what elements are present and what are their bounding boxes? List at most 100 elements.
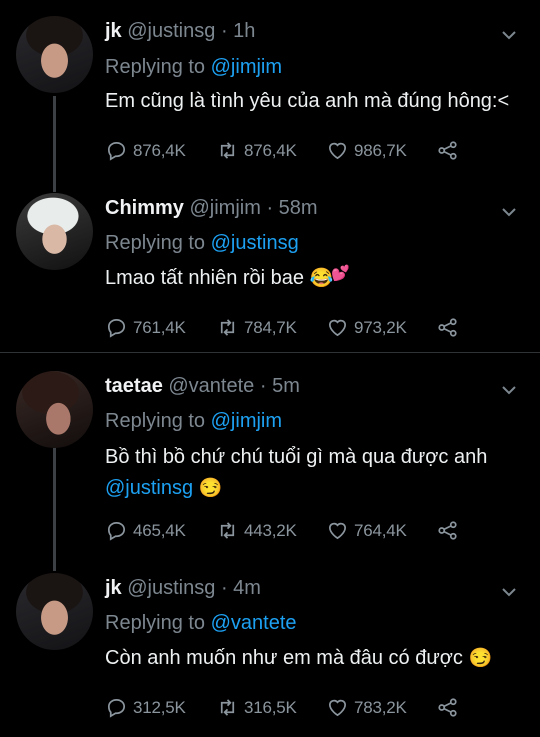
share-button[interactable] xyxy=(436,139,464,162)
tweet-header: Chimmy @jimjim · 58m xyxy=(105,197,318,220)
separator-dot: · xyxy=(220,20,228,42)
replying-to-mention[interactable]: @jimjim xyxy=(211,410,282,432)
tweet-text: Em cũng là tình yêu của anh mà đúng hông… xyxy=(105,86,525,117)
tweet-header: taetae @vantete · 5m xyxy=(105,375,300,398)
retweet-icon xyxy=(220,142,235,159)
separator-dot: · xyxy=(266,197,274,219)
tweet-text: Bồ thì bồ chứ chú tuổi gì mà qua được an… xyxy=(105,442,525,504)
timestamp[interactable]: 1h xyxy=(233,20,255,42)
tweet-text-content: Lmao tất nhiên rồi bae xyxy=(105,267,305,289)
retweet-button[interactable]: 316,5K xyxy=(216,696,297,719)
share-button[interactable] xyxy=(436,519,464,542)
like-count: 986,7K xyxy=(354,140,407,160)
user-handle[interactable]: @vantete xyxy=(168,375,254,397)
share-icon xyxy=(438,141,457,160)
replying-to: Replying to @jimjim xyxy=(105,56,282,79)
replying-to: Replying to @vantete xyxy=(105,612,297,635)
tweet-actions: 312,5K 316,5K 783,2K xyxy=(105,696,525,722)
heart-icon xyxy=(328,699,347,717)
emoji-laughing: 😂 xyxy=(309,268,334,290)
replying-to: Replying to @justinsg xyxy=(105,232,299,255)
share-icon xyxy=(438,318,457,337)
tweet-header: jk @justinsg · 4m xyxy=(105,577,261,600)
like-button[interactable]: 764,4K xyxy=(326,519,407,542)
reply-button[interactable]: 465,4K xyxy=(105,519,186,542)
timestamp[interactable]: 4m xyxy=(233,577,261,599)
like-button[interactable]: 986,7K xyxy=(326,139,407,162)
tweet-text-content: Còn anh muốn như em mà đâu có được xyxy=(105,647,463,669)
like-button[interactable]: 973,2K xyxy=(326,316,407,339)
reply-icon xyxy=(107,318,126,338)
avatar[interactable] xyxy=(16,371,93,448)
tweet-actions: 876,4K 876,4K 986,7K xyxy=(105,139,525,165)
tweet[interactable]: Chimmy @jimjim · 58m Replying to @justin… xyxy=(0,190,540,352)
emoji-smirk: 😏 xyxy=(468,648,493,670)
replying-to-mention[interactable]: @jimjim xyxy=(211,56,282,78)
tweet-text: Còn anh muốn như em mà đâu có được 😏 xyxy=(105,643,525,674)
display-name[interactable]: jk xyxy=(105,577,122,599)
display-name[interactable]: jk xyxy=(105,20,122,42)
reply-button[interactable]: 761,4K xyxy=(105,316,186,339)
replying-to-label: Replying to xyxy=(105,612,206,634)
display-name[interactable]: taetae xyxy=(105,375,163,397)
chevron-down-icon[interactable] xyxy=(502,585,516,599)
replying-to-label: Replying to xyxy=(105,56,206,78)
retweet-icon xyxy=(220,699,235,716)
separator-dot: · xyxy=(259,375,267,397)
tweet-actions: 465,4K 443,2K 764,4K xyxy=(105,519,525,545)
replying-to-label: Replying to xyxy=(105,410,206,432)
avatar[interactable] xyxy=(16,193,93,270)
tweet-text-content: Em cũng là tình yêu của anh mà đúng hông… xyxy=(105,90,510,112)
retweet-count: 784,7K xyxy=(244,317,297,337)
text-mention[interactable]: @justinsg xyxy=(105,477,193,499)
reply-count: 876,4K xyxy=(133,140,186,160)
tweet[interactable]: jk @justinsg · 4m Replying to @vantete C… xyxy=(0,570,540,737)
separator-dot: · xyxy=(220,577,228,599)
display-name[interactable]: Chimmy xyxy=(105,197,184,219)
reply-button[interactable]: 876,4K xyxy=(105,139,186,162)
reply-count: 312,5K xyxy=(133,697,186,717)
like-count: 783,2K xyxy=(354,697,407,717)
reply-count: 761,4K xyxy=(133,317,186,337)
reply-icon xyxy=(107,698,126,718)
replying-to-mention[interactable]: @justinsg xyxy=(211,232,299,254)
reply-icon xyxy=(107,521,126,541)
user-handle[interactable]: @justinsg xyxy=(127,20,215,42)
tweet-text: Lmao tất nhiên rồi bae 😂💕 xyxy=(105,263,525,294)
tweet[interactable]: taetae @vantete · 5m Replying to @jimjim… xyxy=(0,353,540,570)
retweet-button[interactable]: 876,4K xyxy=(216,139,297,162)
tweet-actions: 761,4K 784,7K 973,2K xyxy=(105,316,525,342)
reply-button[interactable]: 312,5K xyxy=(105,696,186,719)
retweet-button[interactable]: 443,2K xyxy=(216,519,297,542)
share-button[interactable] xyxy=(436,316,464,339)
heart-icon xyxy=(328,522,347,540)
tweet[interactable]: jk @justinsg · 1h Replying to @jimjim Em… xyxy=(0,0,540,190)
timestamp[interactable]: 5m xyxy=(272,375,300,397)
retweet-count: 443,2K xyxy=(244,520,297,540)
heart-icon xyxy=(328,142,347,160)
replying-to-label: Replying to xyxy=(105,232,206,254)
retweet-icon xyxy=(220,319,235,336)
tweet-header: jk @justinsg · 1h xyxy=(105,20,255,43)
avatar[interactable] xyxy=(16,16,93,93)
timestamp[interactable]: 58m xyxy=(279,197,318,219)
share-icon xyxy=(438,521,457,540)
share-button[interactable] xyxy=(436,696,464,719)
retweet-button[interactable]: 784,7K xyxy=(216,316,297,339)
user-handle[interactable]: @justinsg xyxy=(127,577,215,599)
like-count: 764,4K xyxy=(354,520,407,540)
emoji-smirk: 😏 xyxy=(198,478,223,500)
reply-count: 465,4K xyxy=(133,520,186,540)
like-button[interactable]: 783,2K xyxy=(326,696,407,719)
reply-icon xyxy=(107,141,126,161)
avatar[interactable] xyxy=(16,573,93,650)
replying-to: Replying to @jimjim xyxy=(105,410,282,433)
user-handle[interactable]: @jimjim xyxy=(189,197,260,219)
tweet-text-content: Bồ thì bồ chứ chú tuổi gì mà qua được an… xyxy=(105,446,488,468)
replying-to-mention[interactable]: @vantete xyxy=(211,612,297,634)
chevron-down-icon[interactable] xyxy=(502,205,516,219)
chevron-down-icon[interactable] xyxy=(502,28,516,42)
chevron-down-icon[interactable] xyxy=(502,383,516,397)
retweet-icon xyxy=(220,522,235,539)
share-icon xyxy=(438,698,457,717)
